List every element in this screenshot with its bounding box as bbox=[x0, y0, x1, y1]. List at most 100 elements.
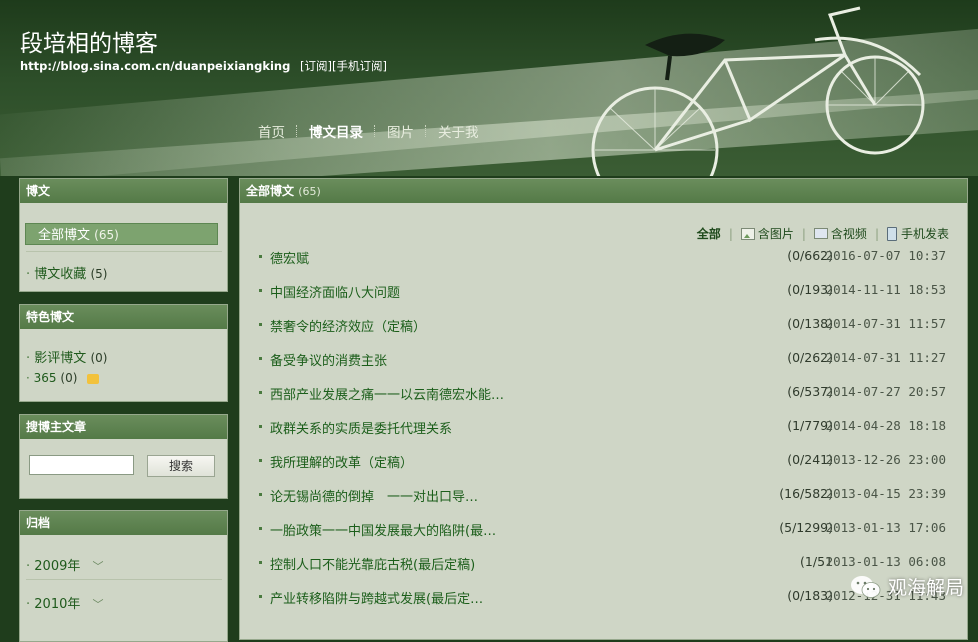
bullet-icon bbox=[259, 493, 262, 496]
article-title[interactable]: 禁奢令的经济效应（定稿） bbox=[270, 316, 426, 335]
blog-url-line: http://blog.sina.com.cn/duanpeixiangking… bbox=[20, 58, 387, 74]
bullet-icon bbox=[259, 425, 262, 428]
chevron-down-icon[interactable]: ﹀ bbox=[93, 598, 104, 611]
nav-about[interactable]: 关于我 bbox=[427, 121, 490, 141]
article-date: 2014-07-31 11:57 bbox=[825, 316, 946, 331]
article-date: 2014-04-28 18:18 bbox=[825, 418, 946, 433]
panel-heading: 博文 bbox=[20, 179, 227, 203]
article-row: 备受争议的消费主张 (0/262) 2014-07-31 11:27 bbox=[240, 347, 968, 381]
video-icon bbox=[813, 228, 828, 239]
article-date: 2014-07-31 11:27 bbox=[825, 350, 946, 365]
article-search-input[interactable] bbox=[29, 455, 134, 475]
article-date: 2016-07-07 10:37 bbox=[825, 248, 946, 263]
nav-pictures[interactable]: 图片 bbox=[376, 121, 425, 141]
blog-title[interactable]: 段培相的博客 bbox=[20, 24, 158, 58]
sidebar-archive-panel: 归档 · 2009年 ﹀ · 2010年 ﹀ bbox=[19, 510, 228, 642]
archive-item-label: 2009年 bbox=[34, 559, 81, 574]
sidebar-search-panel: 搜博主文章 搜索 bbox=[19, 414, 228, 499]
bullet-icon bbox=[259, 255, 262, 258]
article-row: 西部产业发展之痛一一以云南德宏水能… (6/537) 2014-07-27 20… bbox=[240, 381, 968, 415]
sidebar-item-label: 365 bbox=[33, 371, 57, 385]
article-row: 德宏赋 (0/662) 2016-07-07 10:37 bbox=[240, 245, 968, 279]
sidebar-item-count: (5) bbox=[90, 267, 108, 281]
divider bbox=[26, 579, 222, 580]
article-title[interactable]: 西部产业发展之痛一一以云南德宏水能… bbox=[270, 384, 504, 403]
new-badge-icon bbox=[87, 373, 100, 384]
article-title[interactable]: 论无锡尚德的倒掉 一一对出口导… bbox=[270, 486, 478, 505]
article-row: 政群关系的实质是委托代理关系 (1/779) 2014-04-28 18:18 bbox=[240, 415, 968, 449]
filter-with-images[interactable]: 含图片 bbox=[740, 225, 794, 242]
article-row: 禁奢令的经济效应（定稿） (0/138) 2014-07-31 11:57 bbox=[240, 313, 968, 347]
filter-label: 含图片 bbox=[757, 227, 794, 241]
main-nav: 首页 博文目录 图片 关于我 bbox=[258, 121, 490, 141]
filter-all[interactable]: 全部 bbox=[697, 225, 721, 242]
bicycle-illustration bbox=[591, 6, 925, 176]
article-date: 2014-07-27 20:57 bbox=[825, 384, 946, 399]
sidebar-featured-panel: 特色博文 · 影评博文 (0) · 365 (0) bbox=[19, 304, 228, 402]
archive-item-label: 2010年 bbox=[34, 597, 81, 612]
bullet-icon bbox=[259, 561, 262, 564]
filter-label: 手机发表 bbox=[900, 227, 949, 241]
search-button[interactable]: 搜索 bbox=[147, 455, 215, 477]
bullet-icon bbox=[259, 289, 262, 292]
bullet-icon bbox=[259, 357, 262, 360]
chevron-down-icon[interactable]: ﹀ bbox=[93, 560, 104, 573]
main-heading-label: 全部博文 bbox=[246, 184, 295, 198]
bullet-icon bbox=[259, 323, 262, 326]
archive-item-2009[interactable]: · 2009年 ﹀ bbox=[26, 555, 104, 574]
panel-heading: 归档 bbox=[20, 511, 227, 535]
blog-url[interactable]: http://blog.sina.com.cn/duanpeixiangking bbox=[20, 59, 290, 73]
article-date: 2013-01-13 06:08 bbox=[825, 554, 946, 569]
sidebar-item-label: 全部博文 bbox=[38, 228, 91, 243]
sidebar-item-count: (65) bbox=[94, 228, 119, 242]
nav-blog-catalog[interactable]: 博文目录 bbox=[298, 121, 374, 141]
article-date: 2013-04-15 23:39 bbox=[825, 486, 946, 501]
article-title[interactable]: 一胎政策一一中国发展最大的陷阱(最… bbox=[270, 520, 496, 539]
sidebar-blog-panel: 博文 全部博文 (65) · 博文收藏 (5) bbox=[19, 178, 228, 292]
article-row: 我所理解的改革（定稿） (0/241) 2013-12-26 23:00 bbox=[240, 449, 968, 483]
article-title[interactable]: 德宏赋 bbox=[270, 248, 309, 267]
subscribe-link[interactable]: [订阅] bbox=[300, 59, 332, 73]
bullet-icon bbox=[259, 595, 262, 598]
watermark: 观海解局 bbox=[850, 573, 964, 600]
main-article-panel: 全部博文 (65) 全部 | 含图片 | 含视频 | 手机发表 德宏赋 (0/6… bbox=[239, 178, 968, 640]
sidebar-item-count: (0) bbox=[90, 351, 108, 365]
sidebar-item-365[interactable]: · 365 (0) bbox=[26, 371, 100, 385]
nav-home[interactable]: 首页 bbox=[258, 121, 296, 141]
article-title[interactable]: 中国经济面临八大问题 bbox=[270, 282, 400, 301]
divider bbox=[26, 251, 222, 252]
article-title[interactable]: 我所理解的改革（定稿） bbox=[270, 452, 413, 471]
mobile-subscribe-link[interactable]: [手机订阅] bbox=[332, 59, 387, 73]
bullet-icon bbox=[259, 391, 262, 394]
wechat-icon bbox=[850, 575, 881, 598]
bullet-icon bbox=[259, 459, 262, 462]
sidebar-item-label: 影评博文 bbox=[34, 351, 87, 366]
article-row: 一胎政策一一中国发展最大的陷阱(最… (5/1299) 2013-01-13 1… bbox=[240, 517, 968, 551]
filter-bar: 全部 | 含图片 | 含视频 | 手机发表 bbox=[696, 225, 949, 242]
main-heading: 全部博文 (65) bbox=[240, 179, 967, 203]
main-heading-count: (65) bbox=[298, 185, 321, 198]
archive-item-2010[interactable]: · 2010年 ﹀ bbox=[26, 593, 104, 612]
mobile-phone-icon bbox=[886, 226, 897, 241]
article-row: 论无锡尚德的倒掉 一一对出口导… (16/582) 2013-04-15 23:… bbox=[240, 483, 968, 517]
article-title[interactable]: 备受争议的消费主张 bbox=[270, 350, 387, 369]
article-list: 德宏赋 (0/662) 2016-07-07 10:37 中国经济面临八大问题 … bbox=[240, 245, 968, 619]
article-date: 2014-11-11 18:53 bbox=[825, 282, 946, 297]
sidebar-item-favorites[interactable]: · 博文收藏 (5) bbox=[26, 263, 107, 282]
sidebar-item-label: 博文收藏 bbox=[34, 267, 87, 282]
filter-mobile[interactable]: 手机发表 bbox=[886, 225, 949, 242]
article-date: 2013-12-26 23:00 bbox=[825, 452, 946, 467]
sidebar-item-count: (0) bbox=[60, 371, 78, 385]
blog-header: 段培相的博客 http://blog.sina.com.cn/duanpeixi… bbox=[0, 0, 978, 176]
article-row: 中国经济面临八大问题 (0/193) 2014-11-11 18:53 bbox=[240, 279, 968, 313]
filter-with-video[interactable]: 含视频 bbox=[813, 225, 867, 242]
bullet-icon bbox=[259, 527, 262, 530]
sidebar-item-film-review[interactable]: · 影评博文 (0) bbox=[26, 347, 107, 366]
article-title[interactable]: 政群关系的实质是委托代理关系 bbox=[270, 418, 452, 437]
article-title[interactable]: 控制人口不能光靠庇古税(最后定稿) bbox=[270, 554, 475, 573]
sidebar-item-all-posts[interactable]: 全部博文 (65) bbox=[25, 223, 218, 245]
image-icon bbox=[740, 227, 755, 240]
filter-label: 含视频 bbox=[830, 227, 867, 241]
article-title[interactable]: 产业转移陷阱与跨越式发展(最后定… bbox=[270, 588, 483, 607]
panel-heading: 搜博主文章 bbox=[20, 415, 227, 439]
